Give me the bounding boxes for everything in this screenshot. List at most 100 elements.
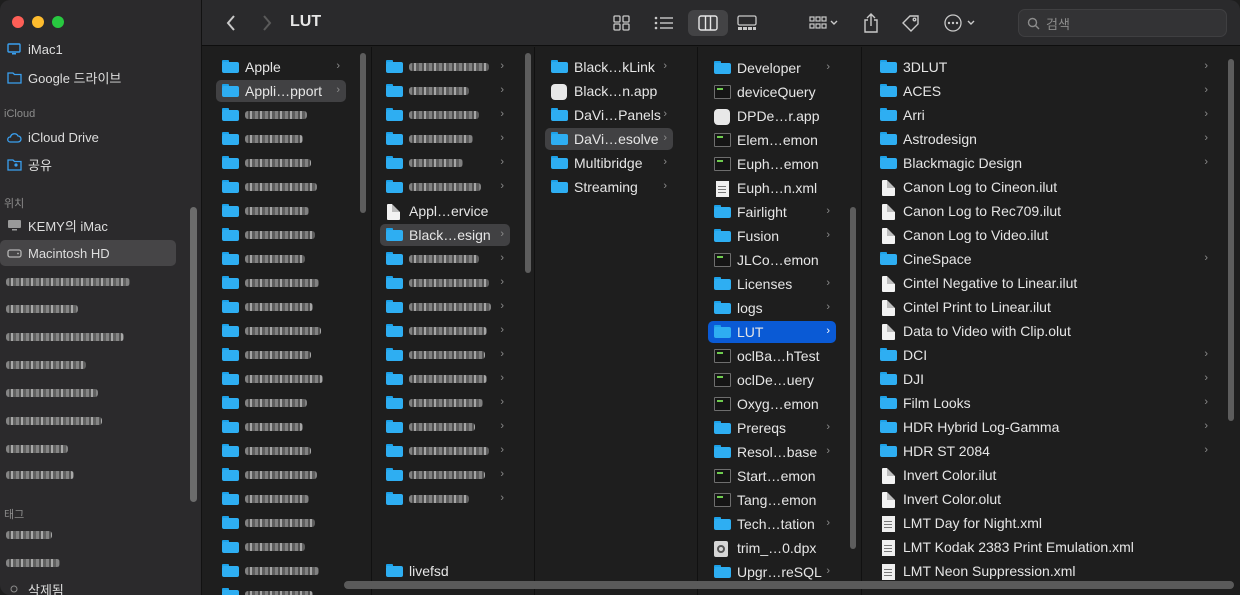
list-item[interactable] bbox=[216, 320, 346, 342]
list-item[interactable]: ACES › bbox=[874, 80, 1214, 102]
list-item[interactable]: › bbox=[380, 392, 510, 414]
list-item[interactable] bbox=[216, 392, 346, 414]
list-item[interactable]: Cintel Negative to Linear.ilut bbox=[874, 272, 1214, 294]
list-item[interactable]: › bbox=[380, 128, 510, 150]
list-item[interactable]: Multibridge › bbox=[545, 152, 673, 174]
list-item[interactable]: Black…n.app bbox=[545, 80, 673, 102]
list-item[interactable] bbox=[216, 560, 346, 582]
sidebar-item-volume[interactable] bbox=[0, 380, 178, 406]
sidebar-item-icloud-drive[interactable]: iCloud Drive bbox=[0, 124, 178, 150]
list-item[interactable]: JLCo…emon bbox=[708, 249, 836, 271]
list-item[interactable]: › bbox=[380, 344, 510, 366]
list-item[interactable]: › bbox=[380, 416, 510, 438]
list-item[interactable]: Canon Log to Rec709.ilut bbox=[874, 200, 1214, 222]
list-item[interactable]: Appl…ervice bbox=[380, 200, 510, 222]
list-item[interactable]: DaVi…Panels › bbox=[545, 104, 673, 126]
gallery-view-button[interactable] bbox=[732, 10, 762, 36]
list-item[interactable]: LMT Day for Night.xml bbox=[874, 512, 1214, 534]
close-button[interactable] bbox=[12, 16, 24, 28]
list-item[interactable]: › bbox=[380, 176, 510, 198]
share-button[interactable] bbox=[859, 10, 883, 36]
list-item[interactable]: Developer › bbox=[708, 57, 836, 79]
list-item[interactable] bbox=[216, 248, 346, 270]
list-item[interactable]: › bbox=[380, 320, 510, 342]
column-5-scrollbar[interactable] bbox=[1228, 59, 1234, 421]
list-item[interactable]: Fusion › bbox=[708, 225, 836, 247]
sidebar-item-shared[interactable]: 공유 bbox=[0, 151, 178, 177]
list-item[interactable]: Elem…emon bbox=[708, 129, 836, 151]
sidebar-item-kemy-imac[interactable]: KEMY의 iMac bbox=[0, 212, 178, 238]
sidebar-item-tag[interactable] bbox=[0, 522, 178, 548]
list-item[interactable]: Tang…emon bbox=[708, 489, 836, 511]
list-item[interactable]: Blackmagic Design › bbox=[874, 152, 1214, 174]
search-field[interactable]: 검색 bbox=[1018, 9, 1227, 37]
list-item[interactable] bbox=[216, 512, 346, 534]
list-item[interactable]: HDR ST 2084 › bbox=[874, 440, 1214, 462]
list-item[interactable]: Black…esign › bbox=[380, 224, 510, 246]
list-item[interactable]: HDR Hybrid Log-Gamma › bbox=[874, 416, 1214, 438]
list-item[interactable]: LUT › bbox=[708, 321, 836, 343]
list-item[interactable]: oclDe…uery bbox=[708, 369, 836, 391]
column-1-scrollbar[interactable] bbox=[360, 53, 366, 213]
list-item[interactable]: Black…kLink › bbox=[545, 56, 673, 78]
action-button[interactable] bbox=[942, 10, 978, 36]
list-item[interactable]: Invert Color.olut bbox=[874, 488, 1214, 510]
list-item[interactable]: Licenses › bbox=[708, 273, 836, 295]
list-item[interactable]: Canon Log to Video.ilut bbox=[874, 224, 1214, 246]
list-item[interactable] bbox=[216, 536, 346, 558]
list-item[interactable]: › bbox=[380, 296, 510, 318]
list-item[interactable]: Arri › bbox=[874, 104, 1214, 126]
list-item[interactable]: DJI › bbox=[874, 368, 1214, 390]
list-item[interactable]: Streaming › bbox=[545, 176, 673, 198]
sidebar-scrollbar[interactable] bbox=[190, 207, 197, 502]
list-item[interactable]: livefsd bbox=[380, 560, 510, 582]
list-item[interactable] bbox=[216, 344, 346, 366]
sidebar-item-volume[interactable] bbox=[0, 436, 178, 462]
forward-button[interactable] bbox=[256, 10, 278, 36]
sidebar-item-imac1[interactable]: iMac1 bbox=[0, 40, 178, 58]
list-item[interactable]: Oxyg…emon bbox=[708, 393, 836, 415]
list-item[interactable]: Apple › bbox=[216, 56, 346, 78]
list-item[interactable]: › bbox=[380, 248, 510, 270]
list-item[interactable] bbox=[216, 104, 346, 126]
list-item[interactable]: DPDe…r.app bbox=[708, 105, 836, 127]
sidebar-item-volume[interactable] bbox=[0, 462, 178, 488]
list-item[interactable]: Cintel Print to Linear.ilut bbox=[874, 296, 1214, 318]
list-item[interactable]: DaVi…esolve › bbox=[545, 128, 673, 150]
list-item[interactable]: 3DLUT › bbox=[874, 56, 1214, 78]
list-item[interactable] bbox=[216, 224, 346, 246]
list-item[interactable] bbox=[216, 200, 346, 222]
list-item[interactable]: trim_…0.dpx bbox=[708, 537, 836, 559]
sidebar-item-deleted[interactable]: 삭제됨 bbox=[0, 576, 178, 595]
list-item[interactable]: Canon Log to Cineon.ilut bbox=[874, 176, 1214, 198]
list-item[interactable]: Euph…n.xml bbox=[708, 177, 836, 199]
list-item[interactable] bbox=[216, 128, 346, 150]
column-4-scrollbar[interactable] bbox=[850, 207, 856, 549]
minimize-button[interactable] bbox=[32, 16, 44, 28]
list-item[interactable]: › bbox=[380, 80, 510, 102]
list-item[interactable]: Invert Color.ilut bbox=[874, 464, 1214, 486]
list-item[interactable] bbox=[216, 152, 346, 174]
sidebar-item-google-drive[interactable]: Google 드라이브 bbox=[0, 64, 178, 90]
list-item[interactable] bbox=[216, 368, 346, 390]
list-item[interactable]: Film Looks › bbox=[874, 392, 1214, 414]
list-item[interactable] bbox=[216, 416, 346, 438]
sidebar-item-volume[interactable] bbox=[0, 296, 178, 322]
list-item[interactable]: Start…emon bbox=[708, 465, 836, 487]
horizontal-scrollbar[interactable] bbox=[344, 581, 1234, 589]
list-item[interactable]: CineSpace › bbox=[874, 248, 1214, 270]
list-item[interactable] bbox=[216, 176, 346, 198]
list-item[interactable] bbox=[216, 584, 346, 595]
list-item[interactable] bbox=[216, 272, 346, 294]
list-item[interactable]: oclBa…hTest bbox=[708, 345, 836, 367]
list-item[interactable]: Tech…tation › bbox=[708, 513, 836, 535]
list-item[interactable]: › bbox=[380, 56, 510, 78]
zoom-button[interactable] bbox=[52, 16, 64, 28]
list-item[interactable]: Resol…base › bbox=[708, 441, 836, 463]
column-2-scrollbar[interactable] bbox=[525, 53, 531, 273]
list-item[interactable]: › bbox=[380, 440, 510, 462]
tag-button[interactable] bbox=[899, 10, 923, 36]
list-item[interactable]: › bbox=[380, 272, 510, 294]
list-item[interactable]: LMT Neon Suppression.xml bbox=[874, 560, 1214, 582]
list-view-button[interactable] bbox=[649, 10, 679, 36]
